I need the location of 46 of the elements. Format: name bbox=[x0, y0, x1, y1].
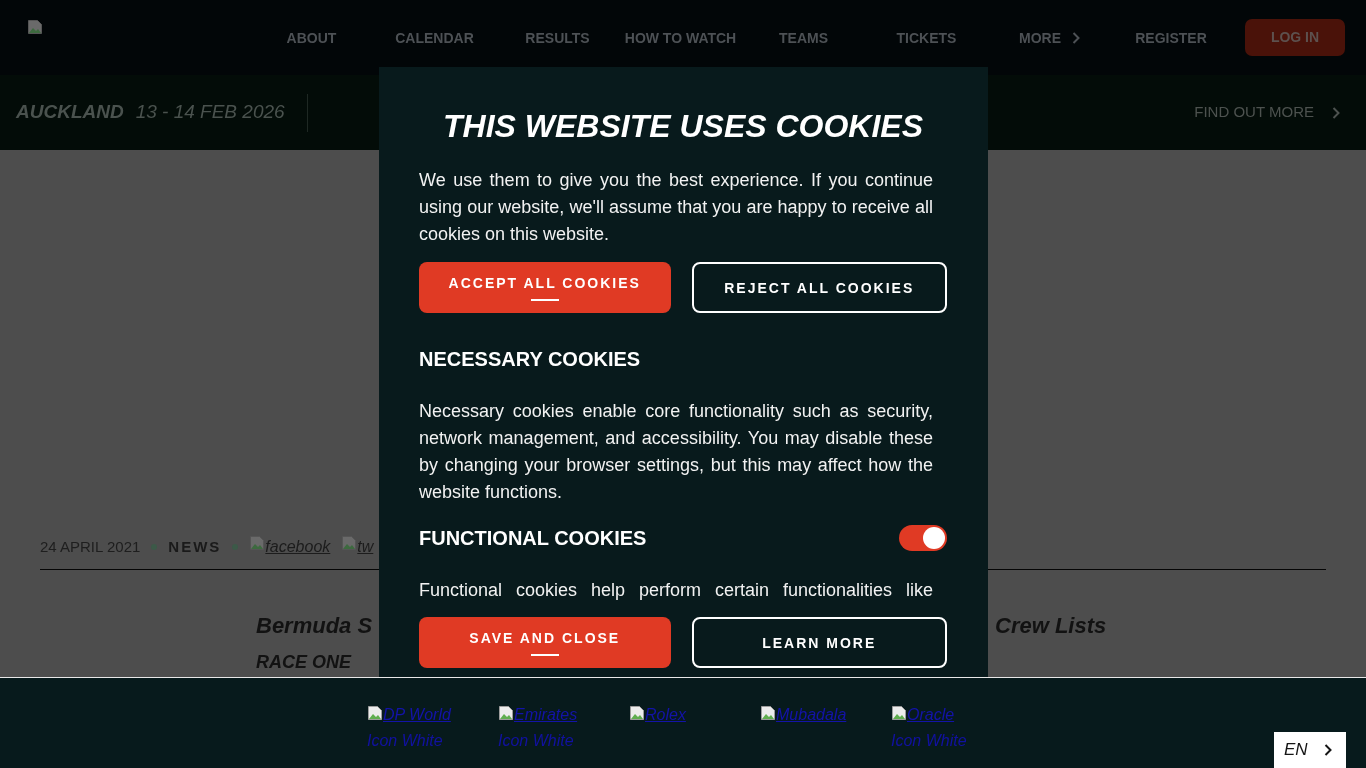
chevron-icon bbox=[1324, 744, 1332, 756]
dialog-text: We use them to give you the best experience. If you continue using our website, we'll assume that you are happy to receive all cookies on this website. bbox=[419, 169, 934, 246]
nav-link[interactable]: HOW TO WATCH bbox=[624, 27, 737, 49]
chevron-icon bbox=[1332, 106, 1340, 119]
nav-link[interactable]: RESULTS bbox=[525, 27, 590, 49]
chevron-icon bbox=[1072, 32, 1080, 44]
sponsor-link[interactable]: DP World bbox=[367, 705, 451, 725]
nav-link[interactable]: CALENDAR bbox=[395, 27, 474, 49]
section-text: Functional cookies help perform certain functionalities like bbox=[419, 579, 934, 602]
primary-button[interactable]: SAVE AND CLOSE bbox=[419, 617, 671, 668]
article-title: Crew Lists bbox=[994, 612, 1108, 640]
language-button[interactable]: EN bbox=[1274, 732, 1346, 768]
outline-button[interactable]: REJECT ALL COOKIES bbox=[691, 262, 947, 313]
outline-button[interactable]: LEARN MORE bbox=[691, 617, 947, 668]
broken-image-icon bbox=[249, 535, 266, 551]
nav-link[interactable]: TICKETS bbox=[896, 27, 957, 49]
log-in-button[interactable]: LOG IN bbox=[1245, 19, 1345, 56]
event-dates: 13 - 14 FEB 2026 bbox=[135, 100, 285, 125]
broken-image-icon bbox=[891, 705, 907, 721]
find-out-more-link[interactable]: FIND OUT MORE bbox=[1194, 101, 1340, 124]
sponsor-link[interactable]: Oracle bbox=[891, 705, 955, 725]
section-heading: FUNCTIONAL COOKIES bbox=[419, 526, 647, 550]
menu-link[interactable]: MORE bbox=[1019, 27, 1080, 49]
article-title: Bermuda S bbox=[255, 612, 374, 640]
sponsor-link[interactable]: Rolex bbox=[629, 705, 686, 725]
primary-button[interactable]: ACCEPT ALL COOKIES bbox=[419, 262, 671, 313]
dialog-title: THIS WEBSITE USES COOKIES bbox=[441, 107, 925, 146]
register-link[interactable]: REGISTER bbox=[1135, 27, 1207, 49]
sponsor-caption: Icon White bbox=[891, 731, 967, 751]
broken-image-icon bbox=[27, 19, 43, 35]
broken-image-icon bbox=[341, 535, 358, 551]
broken-image-icon bbox=[629, 705, 645, 721]
sponsor-caption: Icon White bbox=[498, 731, 574, 751]
nav-link[interactable]: TEAMS bbox=[779, 27, 828, 49]
broken-image-icon bbox=[498, 705, 514, 721]
nav-link[interactable]: ABOUT bbox=[286, 27, 337, 49]
toggle-switch[interactable] bbox=[899, 525, 947, 551]
event-city: AUCKLAND bbox=[16, 100, 124, 125]
section-heading: NECESSARY COOKIES bbox=[419, 347, 641, 371]
sponsor-link[interactable]: Mubadala bbox=[760, 705, 847, 725]
section-text: Necessary cookies enable core functionality such as security, network management, and accessibility. You may disable these by changing your browser settings, but this may affect how the website functions. bbox=[419, 400, 934, 504]
broken-image-icon bbox=[367, 705, 383, 721]
article-subtitle: RACE ONE bbox=[255, 651, 353, 674]
sponsor-caption: Icon White bbox=[367, 731, 443, 751]
broken-image-icon bbox=[760, 705, 776, 721]
sponsor-link[interactable]: Emirates bbox=[498, 705, 578, 725]
